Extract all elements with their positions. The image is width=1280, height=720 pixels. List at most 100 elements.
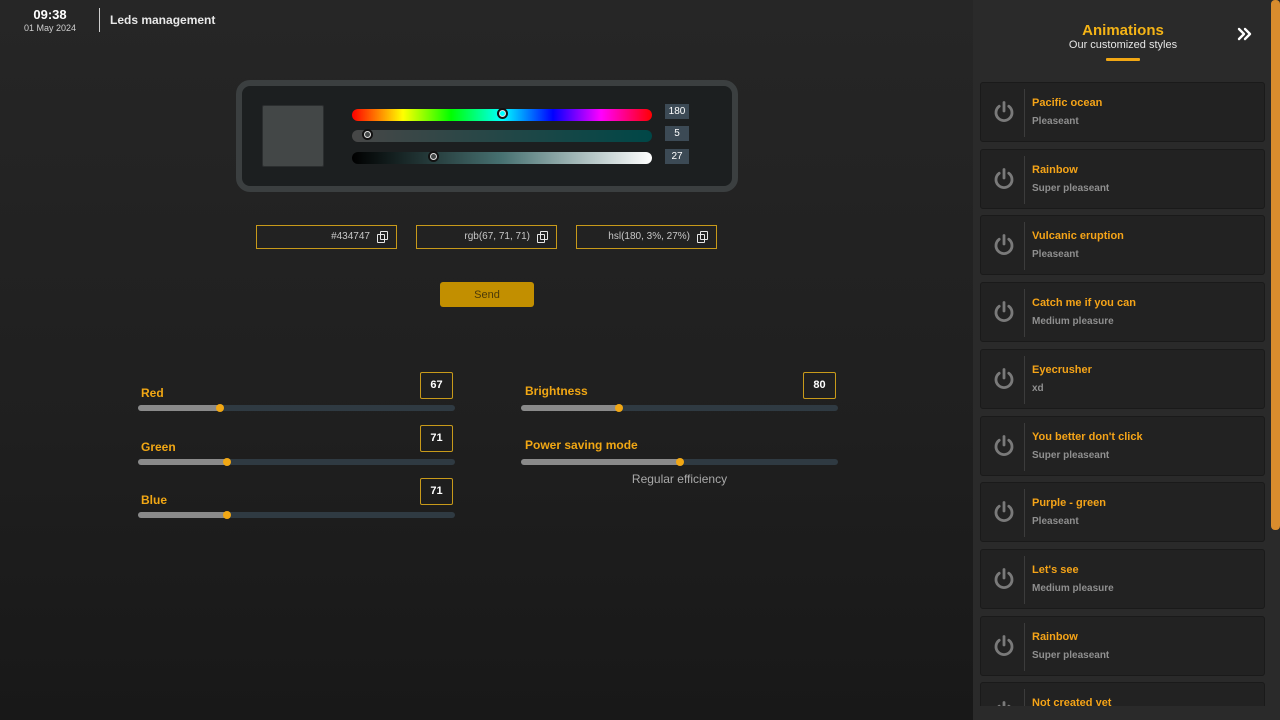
hex-code-text: #434747 [331,231,370,242]
item-divider [1024,355,1025,404]
animation-item[interactable]: Purple - green Pleaseant [980,482,1265,543]
animations-panel: Animations Our customized styles Pacific… [973,0,1280,720]
animation-name: Pacific ocean [1032,97,1103,109]
blue-slider[interactable] [138,511,455,519]
animation-item[interactable]: Not created yet [980,682,1265,706]
green-slider-fill [138,459,227,465]
animation-item[interactable]: Pacific ocean Pleaseant [980,82,1265,142]
animation-name: Rainbow [1032,163,1078,176]
item-divider [1024,155,1025,204]
lightness-value: 27 [665,149,689,164]
power-icon[interactable] [992,567,1016,591]
item-divider [1024,422,1025,471]
green-slider[interactable] [138,458,455,466]
animation-name: Vulcanic eruption [1032,230,1124,243]
animation-description: Super pleaseant [1032,449,1110,461]
item-divider [1024,489,1025,538]
green-value-input[interactable]: 71 [420,425,453,452]
red-slider-handle[interactable] [216,404,225,412]
power-mode-caption: Regular efficiency [631,472,728,486]
animation-name: Eyecrusher [1032,363,1092,376]
send-button[interactable]: Send [440,282,534,307]
power-icon[interactable] [992,367,1016,391]
power-icon[interactable] [992,100,1016,124]
hsl-code-text: hsl(180, 3%, 27%) [608,231,690,242]
power-saving-slider-fill [521,459,680,465]
power-icon[interactable] [992,233,1016,257]
hue-slider[interactable] [352,108,652,121]
animation-description: Super pleaseant [1032,182,1110,194]
animations-list: Pacific ocean Pleaseant Rainbow Super pleas… [980,82,1266,706]
animation-description: Medium pleasure [1032,582,1114,594]
animation-description: xd [1032,382,1044,394]
clock-time: 09:38 [33,7,67,22]
hsl-code-field[interactable]: hsl(180, 3%, 27%) [576,225,717,249]
hex-code-field[interactable]: #434747 [256,225,397,249]
animation-description: Pleaseant [1032,249,1079,261]
rgb-code-field[interactable]: rgb(67, 71, 71) [416,225,557,249]
power-icon[interactable] [992,500,1016,524]
blue-label: Blue [141,493,168,507]
page-title: Leds management [110,13,216,27]
copy-icon[interactable] [697,231,708,243]
lightness-slider-handle[interactable] [428,151,439,162]
title-underline [1106,58,1140,61]
blue-value-input[interactable]: 71 [420,478,453,505]
saturation-slider[interactable] [352,129,652,142]
blue-slider-handle[interactable] [222,511,231,519]
green-slider-handle[interactable] [222,458,231,466]
green-label: Green [141,440,176,454]
animation-description: Super pleaseant [1032,649,1110,661]
animation-item[interactable]: You better don't click Super pleaseant [980,415,1265,476]
animation-name: Let's see [1032,563,1079,576]
red-value-input[interactable]: 67 [420,372,453,399]
color-preview-swatch [262,105,324,167]
animation-description: Medium pleasure [1032,316,1114,328]
header-divider [99,8,100,32]
top-bar: 09:38 01 May 2024 Leds management [0,0,600,40]
scrollbar[interactable] [1271,0,1280,530]
copy-icon[interactable] [537,231,548,243]
animations-title: Animations [1082,22,1164,39]
clock: 09:38 01 May 2024 [20,8,80,34]
animation-name: Rainbow [1032,630,1078,643]
lightness-slider[interactable] [352,151,652,164]
item-divider [1024,555,1025,604]
animation-item[interactable]: Catch me if you can Medium pleasure [980,282,1265,343]
brightness-slider[interactable] [521,404,838,412]
hue-value: 180 [665,104,689,119]
red-slider[interactable] [138,404,455,412]
animation-item[interactable]: Rainbow Super pleaseant [980,615,1265,676]
animation-item[interactable]: Let's see Medium pleasure [980,548,1265,609]
red-slider-fill [138,405,221,411]
hue-slider-handle[interactable] [497,108,508,119]
power-icon[interactable] [992,700,1016,706]
animation-name: You better don't click [1032,430,1143,443]
power-icon[interactable] [992,300,1016,324]
saturation-slider-handle[interactable] [362,129,373,140]
brightness-value-input[interactable]: 80 [803,372,836,399]
animation-item[interactable]: Eyecrusher xd [980,348,1265,409]
copy-icon[interactable] [377,231,388,243]
rgb-code-text: rgb(67, 71, 71) [464,231,530,242]
item-divider [1024,289,1025,338]
clock-date: 01 May 2024 [23,23,77,33]
double-chevron-right-icon[interactable] [1237,27,1253,41]
power-icon[interactable] [992,167,1016,191]
item-divider [1024,89,1025,137]
red-label: Red [141,386,164,400]
animation-item[interactable]: Vulcanic eruption Pleaseant [980,215,1265,276]
item-divider [1024,689,1025,706]
power-saving-slider-handle[interactable] [675,458,684,466]
power-icon[interactable] [992,634,1016,658]
animations-subtitle: Our customized styles [1068,39,1178,51]
animation-name: Not created yet [1032,697,1112,706]
power-saving-label: Power saving mode [525,438,638,452]
brightness-slider-handle[interactable] [615,404,624,412]
animation-item[interactable]: Rainbow Super pleaseant [980,148,1265,209]
item-divider [1024,622,1025,671]
power-saving-slider[interactable] [521,458,838,466]
brightness-label: Brightness [525,384,588,398]
animation-name: Purple - green [1032,497,1106,510]
power-icon[interactable] [992,434,1016,458]
